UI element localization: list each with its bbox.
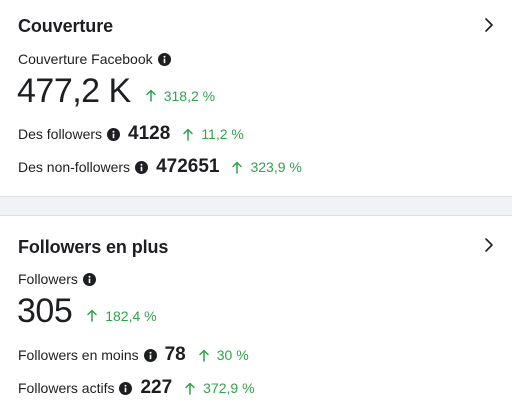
follows-unfollows-label: Followers en moins bbox=[18, 347, 139, 363]
reach-total-change: 318,2 % bbox=[163, 87, 216, 104]
follows-active-change: 372,9 % bbox=[203, 380, 255, 396]
reach-card: Couverture Couverture Facebook 477,2 K 3… bbox=[0, 0, 512, 197]
info-icon[interactable] bbox=[143, 348, 157, 362]
reach-followers-value: 4128 bbox=[128, 123, 171, 144]
follows-unfollows-change: 30 % bbox=[216, 347, 249, 363]
follows-unfollows-row: Followers en moins 78 30 % bbox=[18, 344, 249, 366]
reach-subtitle: Couverture Facebook bbox=[18, 51, 153, 67]
follows-total-trend: 182,4 % bbox=[86, 307, 157, 324]
follows-active-trend: 372,9 % bbox=[184, 380, 255, 396]
reach-card-title: Couverture bbox=[18, 16, 114, 36]
follows-active-value: 227 bbox=[140, 377, 173, 398]
reach-followers-label: Des followers bbox=[18, 126, 103, 142]
info-icon[interactable] bbox=[119, 381, 133, 395]
follows-total-row: 305 182,4 % bbox=[17, 292, 157, 331]
follows-unfollows-value: 78 bbox=[164, 344, 186, 365]
follows-total-value: 305 bbox=[17, 292, 73, 330]
reach-non-followers-change: 323,9 % bbox=[250, 159, 302, 175]
follows-active-label: Followers actifs bbox=[18, 380, 115, 396]
follows-subtitle: Followers bbox=[18, 271, 78, 287]
info-icon[interactable] bbox=[82, 272, 96, 286]
arrow-up-icon bbox=[199, 349, 209, 362]
chevron-right-icon[interactable] bbox=[481, 237, 497, 253]
follows-card: Followers en plus Followers 305 182,4 % … bbox=[0, 215, 512, 416]
follows-total-change: 182,4 % bbox=[105, 307, 157, 324]
reach-total-trend: 318,2 % bbox=[145, 88, 215, 104]
follows-active-row: Followers actifs 227 372,9 % bbox=[18, 377, 255, 399]
reach-non-followers-value: 472651 bbox=[156, 156, 220, 177]
reach-subtitle-row: Couverture Facebook bbox=[18, 51, 171, 67]
follows-unfollows-trend: 30 % bbox=[198, 347, 249, 363]
arrow-up-icon bbox=[87, 309, 97, 322]
reach-non-followers-row: Des non-followers 472651 323,9 % bbox=[18, 156, 302, 178]
chevron-right-icon[interactable] bbox=[481, 17, 497, 33]
info-icon[interactable] bbox=[107, 127, 121, 141]
reach-total-value: 477,2 K bbox=[17, 72, 131, 110]
reach-followers-change: 11,2 % bbox=[201, 126, 244, 142]
reach-followers-trend: 11,2 % bbox=[182, 126, 244, 142]
follows-subtitle-row: Followers bbox=[18, 271, 96, 287]
arrow-up-icon bbox=[232, 161, 243, 174]
follows-card-title: Followers en plus bbox=[18, 237, 169, 257]
arrow-up-icon bbox=[145, 89, 156, 102]
arrow-up-icon bbox=[183, 128, 194, 141]
arrow-up-icon bbox=[185, 382, 195, 395]
info-icon[interactable] bbox=[157, 52, 171, 66]
reach-non-followers-label: Des non-followers bbox=[18, 159, 131, 175]
reach-non-followers-trend: 323,9 % bbox=[231, 159, 302, 175]
reach-followers-row: Des followers 4128 11,2 % bbox=[18, 123, 244, 145]
reach-total-row: 477,2 K 318,2 % bbox=[17, 72, 215, 111]
info-icon[interactable] bbox=[135, 160, 149, 174]
